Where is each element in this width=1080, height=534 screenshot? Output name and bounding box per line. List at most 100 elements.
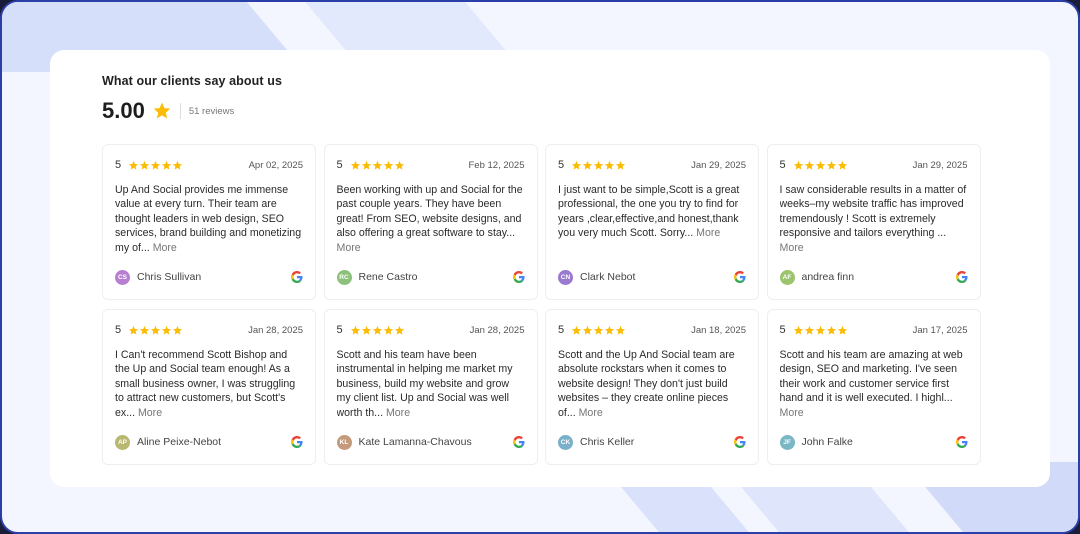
author-name: Chris Keller [580,436,635,448]
star-icon [361,160,371,170]
star-icon [153,102,171,119]
more-link[interactable]: More [138,407,162,419]
review-card: 5 Feb 12, 2025 Been working with up and … [323,144,538,300]
star-icon [361,325,371,335]
review-stars [128,325,183,336]
star-icon [837,160,847,170]
more-link[interactable]: More [386,407,410,419]
star-icon [582,325,593,335]
review-text: Up And Social provides me immense value … [115,183,303,255]
review-header: 5 Apr 02, 2025 [115,157,303,173]
google-icon[interactable] [291,271,303,283]
review-body: Scott and his team have been instrumenta… [336,349,513,419]
review-author: RC Rene Castro [336,269,525,285]
avatar: CK [558,434,573,450]
more-link[interactable]: More [696,227,720,239]
review-card: 5 Jan 18, 2025 Scott and the Up And Soci… [545,309,759,465]
review-author: AF andrea finn [779,269,968,285]
review-stars [350,325,405,336]
review-date: Jan 28, 2025 [469,324,525,336]
review-date: Jan 18, 2025 [691,324,746,336]
google-icon[interactable] [734,271,746,283]
star-icon [350,325,360,335]
review-date: Feb 12, 2025 [468,159,525,171]
review-header: 5 Jan 29, 2025 [558,157,746,173]
review-grid: 5 Apr 02, 2025 Up And Social provides me… [102,144,981,465]
review-card: 5 Jan 28, 2025 Scott and his team have b… [323,309,538,465]
star-icon [826,325,836,335]
google-icon[interactable] [512,436,525,448]
google-icon[interactable] [955,436,968,448]
star-icon [804,160,814,170]
star-icon [793,325,803,335]
avatar: JF [779,434,795,450]
author-name: Aline Peixe-Nebot [137,436,222,448]
review-date: Jan 29, 2025 [912,159,968,171]
review-score: 5 [558,324,565,336]
star-icon [826,160,836,170]
review-author: AP Aline Peixe-Nebot [115,434,303,450]
google-icon[interactable] [291,436,303,448]
star-icon [394,325,404,335]
author-name: Kate Lamanna-Chavous [358,436,472,448]
google-icon[interactable] [955,271,968,283]
review-stars [350,160,405,171]
reviews-widget: What our clients say about us 5.00 51 re… [50,50,1050,487]
star-icon [139,325,150,335]
review-stars [793,325,848,336]
review-card: 5 Jan 29, 2025 I saw considerable result… [766,144,981,300]
star-icon [172,325,183,335]
review-stars [793,160,848,171]
star-icon [372,325,382,335]
star-icon [582,160,593,170]
avatar: KL [336,434,352,450]
review-author: CK Chris Keller [558,434,746,450]
review-header: 5 Feb 12, 2025 [337,157,525,173]
review-text: I Can't recommend Scott Bishop and the U… [115,348,303,420]
author-name: John Falke [801,436,853,448]
overall-rating: 5.00 51 reviews [102,97,234,125]
star-icon [593,325,604,335]
review-header: 5 Jan 28, 2025 [337,322,525,338]
rating-value: 5.00 [102,98,145,123]
review-body: Up And Social provides me immense value … [115,184,302,254]
avatar: CN [558,269,573,285]
review-date: Apr 02, 2025 [248,159,303,171]
star-icon [571,325,582,335]
author-name: Chris Sullivan [137,271,202,283]
review-stars [571,325,626,336]
star-icon [383,160,393,170]
star-icon [128,160,139,170]
review-author: JF John Falke [779,434,968,450]
more-link[interactable]: More [780,242,804,254]
more-link[interactable]: More [780,407,804,419]
avatar: AF [779,269,795,285]
review-text: Been working with up and Social for the … [337,183,525,255]
review-text: I just want to be simple,Scott is a grea… [558,183,746,255]
review-body: Been working with up and Social for the … [336,184,523,240]
review-author: CN Clark Nebot [558,269,746,285]
star-icon [615,325,626,335]
review-stars [128,160,183,171]
review-score: 5 [558,159,565,171]
google-icon[interactable] [734,436,746,448]
more-link[interactable]: More [579,407,603,419]
more-link[interactable]: More [153,242,177,254]
star-icon [571,160,582,170]
review-card: 5 Jan 29, 2025 I just want to be simple,… [545,144,759,300]
star-icon [837,325,847,335]
review-body: Scott and his team are amazing at web de… [779,349,963,405]
star-icon [604,325,615,335]
review-count[interactable]: 51 reviews [189,106,234,117]
star-icon [815,160,825,170]
author-name: Clark Nebot [580,271,636,283]
star-icon [150,325,161,335]
review-score: 5 [779,159,786,171]
review-card: 5 Jan 17, 2025 Scott and his team are am… [766,309,981,465]
google-icon[interactable] [512,271,525,283]
widget-title: What our clients say about us [102,74,283,88]
star-icon [793,160,803,170]
more-link[interactable]: More [337,242,361,254]
review-text: I saw considerable results in a matter o… [780,183,968,255]
star-icon [128,325,139,335]
